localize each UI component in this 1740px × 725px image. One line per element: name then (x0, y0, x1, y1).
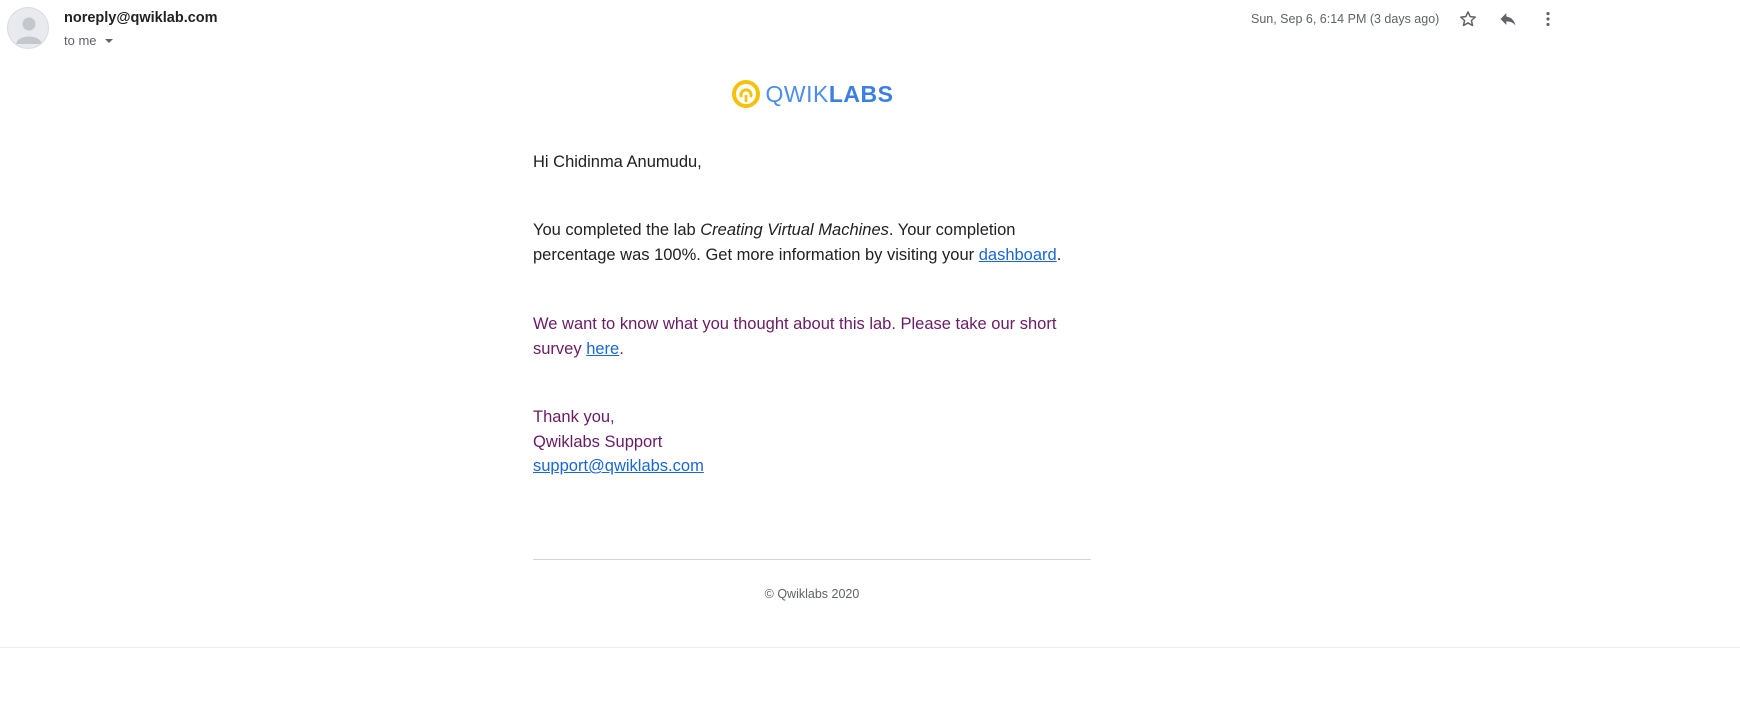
sender-email: noreply@qwiklab.com (64, 10, 218, 26)
qwiklabs-logo: QWIKLABS (533, 75, 1091, 113)
more-vert-icon (1546, 12, 1550, 26)
completion-text-end: . (1056, 245, 1062, 264)
greeting: Hi Chidinma Anumudu, (533, 153, 702, 171)
logo-word-qwik: QWIK (765, 80, 829, 107)
survey-link[interactable]: here (586, 340, 619, 358)
more-options-button[interactable] (1535, 6, 1561, 32)
completion-text-start: You completed the lab (533, 221, 701, 239)
message-bottom-border (0, 647, 1740, 648)
lab-name: Creating Virtual Machines (700, 221, 889, 239)
person-icon (16, 17, 42, 44)
sender-avatar[interactable] (7, 7, 49, 49)
signoff: Thank you, Qwiklabs Support support@qwik… (533, 405, 704, 479)
logo-word-labs: LABS (828, 80, 894, 107)
reply-icon (1500, 13, 1516, 26)
email-timestamp: Sun, Sep 6, 6:14 PM (3 days ago) (1251, 12, 1440, 26)
email-content: QWIKLABS Hi Chidinma Anumudu, You comple… (533, 75, 1091, 475)
qwiklabs-ring-icon (731, 80, 760, 108)
recipient-label: to me (64, 33, 97, 48)
thanks-text: Thank you, (533, 408, 615, 426)
signature-name: Qwiklabs Support (533, 432, 663, 451)
survey-message: We want to know what you thought about t… (533, 312, 1073, 361)
completion-message: You completed the lab Creating Virtual M… (533, 218, 1073, 267)
star-icon (1460, 11, 1476, 27)
recipient-details-toggle[interactable]: to me (64, 33, 113, 48)
chevron-down-icon (104, 39, 113, 43)
footer-copyright: © Qwiklabs 2020 (764, 587, 860, 601)
survey-text-end: . (619, 339, 624, 358)
dashboard-link[interactable]: dashboard (979, 246, 1057, 264)
footer-divider (533, 559, 1091, 560)
email-view: noreply@qwiklab.com to me Sun, Sep 6, 6:… (0, 0, 1740, 725)
reply-button[interactable] (1495, 6, 1521, 32)
support-email-link[interactable]: support@qwiklabs.com (533, 457, 704, 475)
star-button[interactable] (1455, 6, 1481, 32)
